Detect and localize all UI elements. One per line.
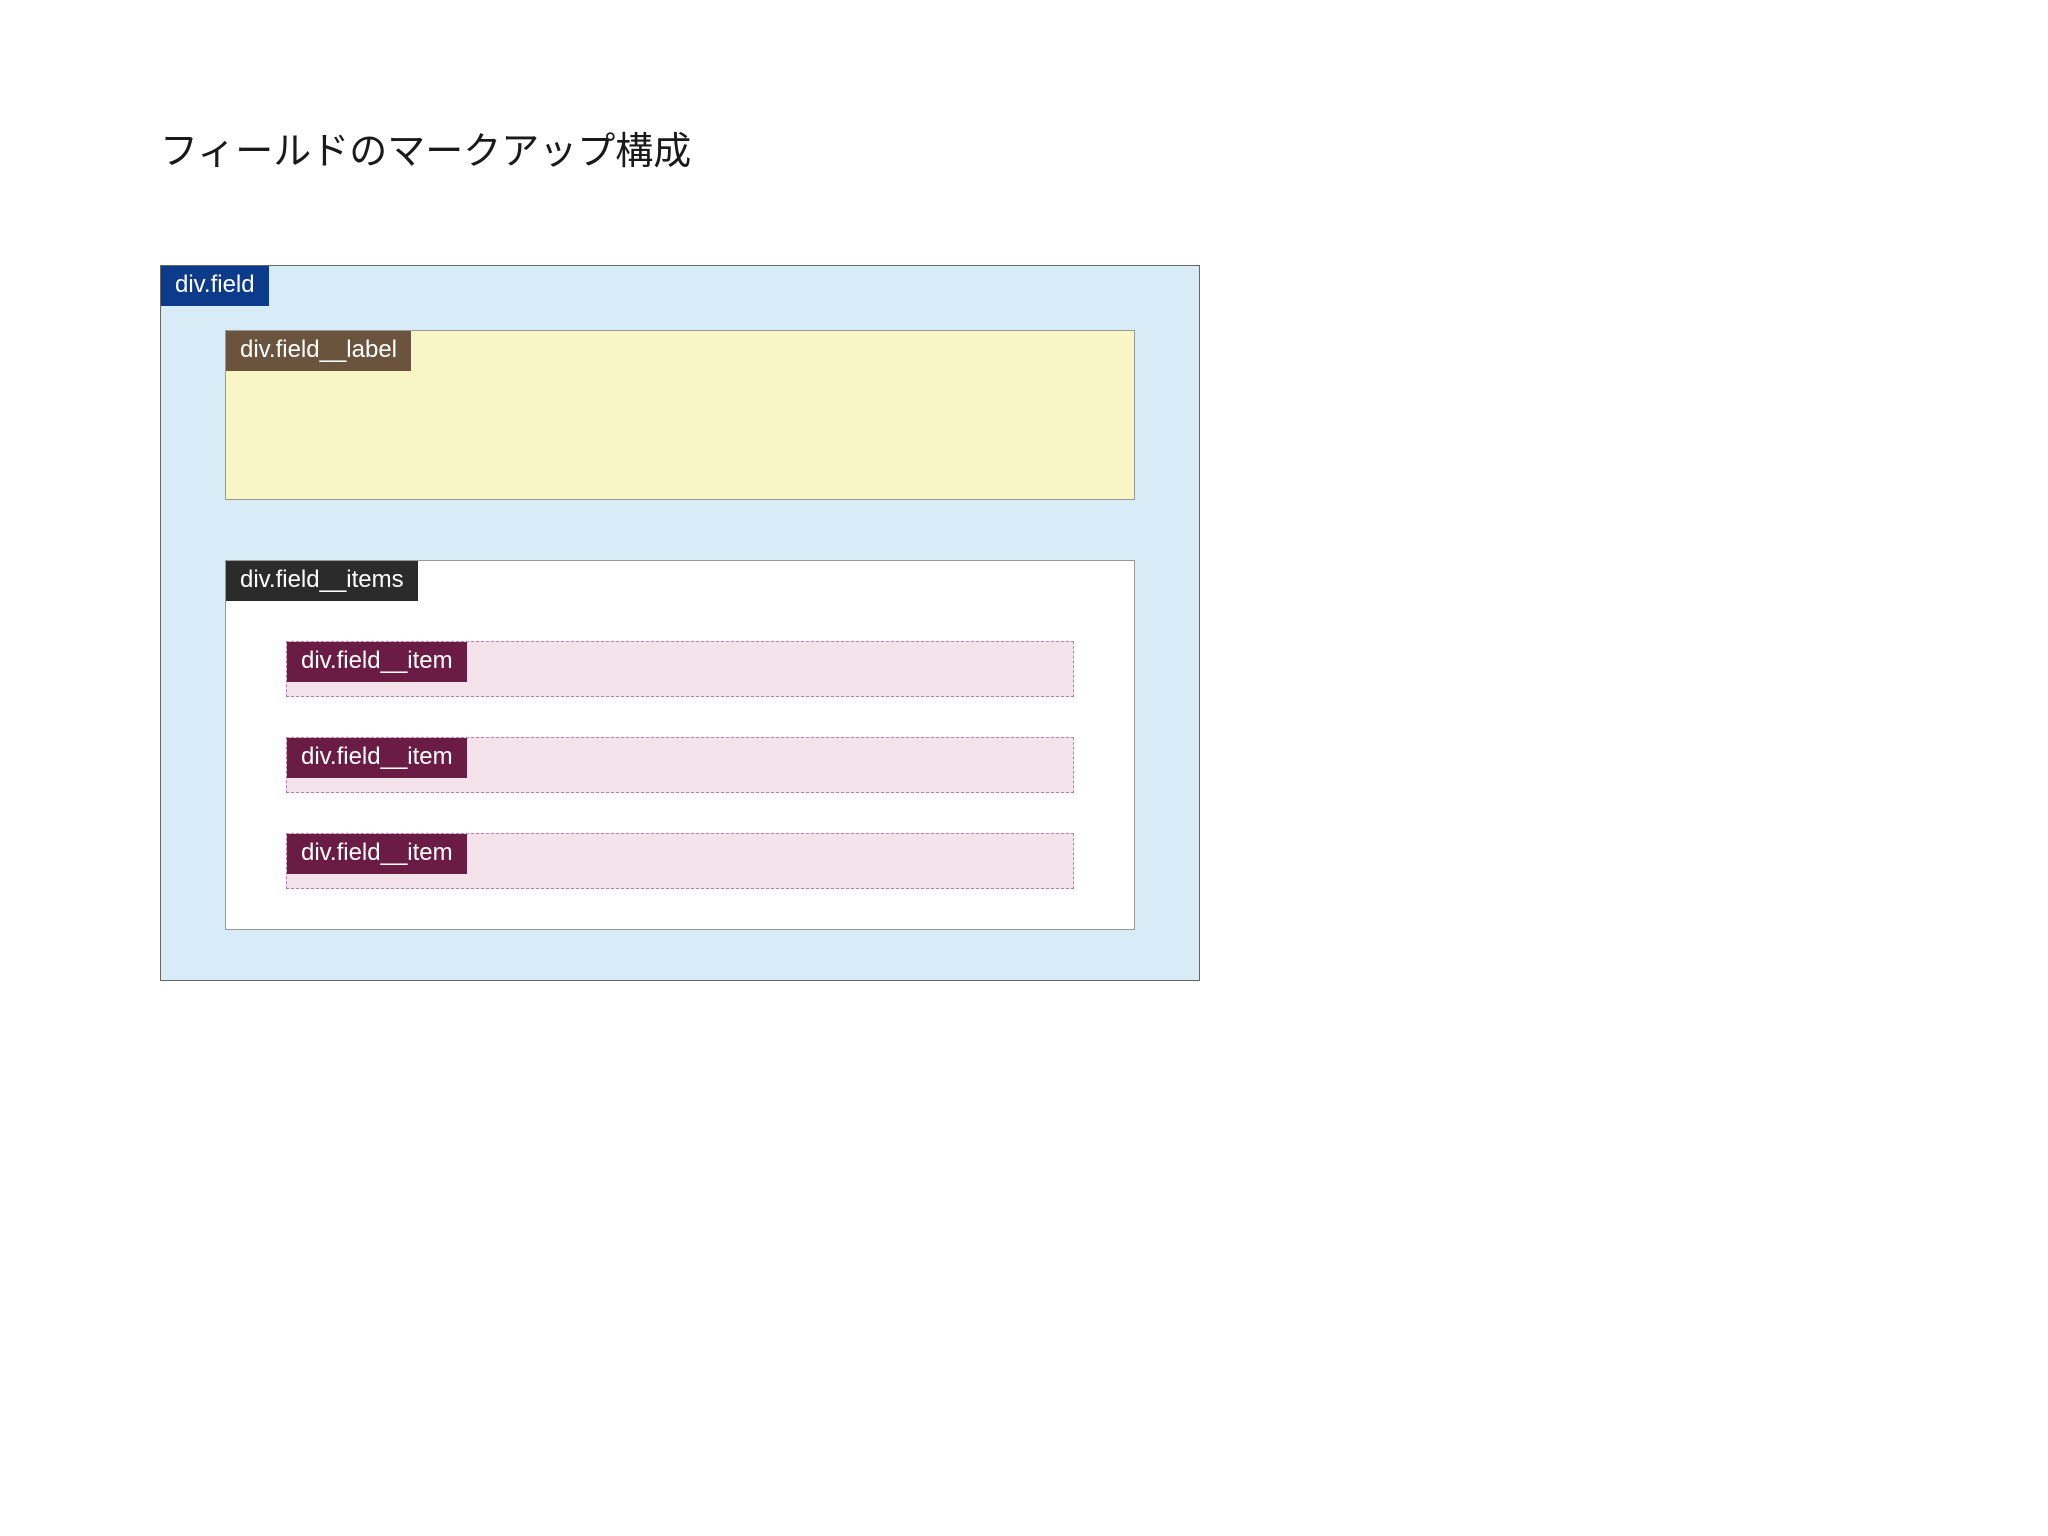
field-box: div.field div.field__label div.field__it… (160, 265, 1200, 981)
page-title: フィールドのマークアップ構成 (160, 120, 1200, 175)
field-item-tag: div.field__item (287, 834, 467, 874)
field-item-box: div.field__item (286, 833, 1074, 889)
field-item-box: div.field__item (286, 737, 1074, 793)
field-item-tag: div.field__item (287, 738, 467, 778)
field-items-tag: div.field__items (226, 561, 418, 601)
field-items-box: div.field__items div.field__item div.fie… (225, 560, 1135, 930)
field-label-box: div.field__label (225, 330, 1135, 500)
diagram-page: フィールドのマークアップ構成 div.field div.field__labe… (0, 0, 1360, 1101)
field-tag: div.field (161, 266, 269, 306)
field-item-box: div.field__item (286, 641, 1074, 697)
field-label-tag: div.field__label (226, 331, 411, 371)
field-item-tag: div.field__item (287, 642, 467, 682)
